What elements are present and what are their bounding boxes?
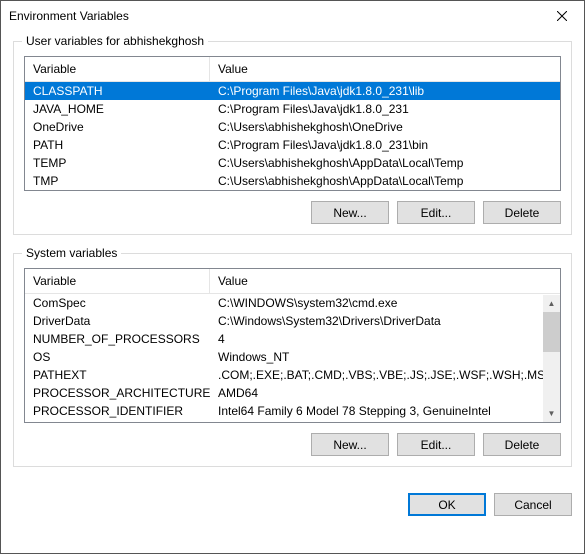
table-row[interactable]: PROCESSOR_ARCHITECTUREAMD64 — [25, 384, 543, 402]
user-variables-header: Variable Value — [25, 57, 560, 82]
user-variables-group: User variables for abhishekghosh Variabl… — [13, 41, 572, 235]
close-icon — [557, 11, 567, 21]
system-variables-legend: System variables — [22, 246, 121, 260]
table-row[interactable]: DriverDataC:\Windows\System32\Drivers\Dr… — [25, 312, 543, 330]
titlebar: Environment Variables — [1, 1, 584, 31]
ok-button[interactable]: OK — [408, 493, 486, 516]
cancel-button[interactable]: Cancel — [494, 493, 572, 516]
cell-value: C:\Users\abhishekghosh\AppData\Local\Tem… — [210, 174, 560, 188]
col-value[interactable]: Value — [210, 57, 560, 81]
cell-variable: TEMP — [25, 156, 210, 170]
cell-variable: TMP — [25, 174, 210, 188]
cell-value: AMD64 — [210, 386, 543, 400]
system-scrollbar[interactable]: ▲ ▼ — [543, 295, 560, 422]
cell-variable: PATH — [25, 138, 210, 152]
cell-variable: ComSpec — [25, 296, 210, 310]
scroll-track[interactable] — [543, 312, 560, 405]
user-edit-button[interactable]: Edit... — [397, 201, 475, 224]
cell-variable: PROCESSOR_ARCHITECTURE — [25, 386, 210, 400]
table-row[interactable]: PATHC:\Program Files\Java\jdk1.8.0_231\b… — [25, 136, 560, 154]
table-row[interactable]: NUMBER_OF_PROCESSORS4 — [25, 330, 543, 348]
table-row[interactable]: CLASSPATHC:\Program Files\Java\jdk1.8.0_… — [25, 82, 560, 100]
system-new-button[interactable]: New... — [311, 433, 389, 456]
cell-value: C:\Program Files\Java\jdk1.8.0_231\lib — [210, 84, 560, 98]
cell-value: C:\Program Files\Java\jdk1.8.0_231 — [210, 102, 560, 116]
system-variables-list[interactable]: Variable Value ComSpecC:\WINDOWS\system3… — [24, 268, 561, 423]
user-variables-list[interactable]: Variable Value CLASSPATHC:\Program Files… — [24, 56, 561, 191]
cell-value: Windows_NT — [210, 350, 543, 364]
cell-variable: PROCESSOR_IDENTIFIER — [25, 404, 210, 418]
col-variable[interactable]: Variable — [25, 269, 210, 293]
user-variables-legend: User variables for abhishekghosh — [22, 34, 208, 48]
cell-value: Intel64 Family 6 Model 78 Stepping 3, Ge… — [210, 404, 543, 418]
scroll-thumb[interactable] — [543, 312, 560, 352]
cell-value: C:\Users\abhishekghosh\OneDrive — [210, 120, 560, 134]
cell-value: .COM;.EXE;.BAT;.CMD;.VBS;.VBE;.JS;.JSE;.… — [210, 368, 543, 382]
system-variables-group: System variables Variable Value ComSpecC… — [13, 253, 572, 467]
system-edit-button[interactable]: Edit... — [397, 433, 475, 456]
table-row[interactable]: PROCESSOR_IDENTIFIERIntel64 Family 6 Mod… — [25, 402, 543, 420]
table-row[interactable]: ComSpecC:\WINDOWS\system32\cmd.exe — [25, 294, 543, 312]
table-row[interactable]: OSWindows_NT — [25, 348, 543, 366]
cell-value: C:\Users\abhishekghosh\AppData\Local\Tem… — [210, 156, 560, 170]
col-variable[interactable]: Variable — [25, 57, 210, 81]
cell-variable: OS — [25, 350, 210, 364]
scroll-down-arrow-icon[interactable]: ▼ — [543, 405, 560, 422]
cell-variable: OneDrive — [25, 120, 210, 134]
cell-value: C:\WINDOWS\system32\cmd.exe — [210, 296, 543, 310]
user-delete-button[interactable]: Delete — [483, 201, 561, 224]
user-new-button[interactable]: New... — [311, 201, 389, 224]
cell-variable: CLASSPATH — [25, 84, 210, 98]
col-value[interactable]: Value — [210, 269, 560, 293]
system-variables-header: Variable Value — [25, 269, 560, 294]
scroll-up-arrow-icon[interactable]: ▲ — [543, 295, 560, 312]
table-row[interactable]: TEMPC:\Users\abhishekghosh\AppData\Local… — [25, 154, 560, 172]
table-row[interactable]: OneDriveC:\Users\abhishekghosh\OneDrive — [25, 118, 560, 136]
table-row[interactable]: JAVA_HOMEC:\Program Files\Java\jdk1.8.0_… — [25, 100, 560, 118]
cell-variable: DriverData — [25, 314, 210, 328]
close-button[interactable] — [539, 1, 584, 31]
cell-value: C:\Windows\System32\Drivers\DriverData — [210, 314, 543, 328]
cell-value: C:\Program Files\Java\jdk1.8.0_231\bin — [210, 138, 560, 152]
window-title: Environment Variables — [9, 9, 129, 23]
cell-variable: NUMBER_OF_PROCESSORS — [25, 332, 210, 346]
table-row[interactable]: PATHEXT.COM;.EXE;.BAT;.CMD;.VBS;.VBE;.JS… — [25, 366, 543, 384]
cell-variable: PATHEXT — [25, 368, 210, 382]
cell-variable: JAVA_HOME — [25, 102, 210, 116]
system-delete-button[interactable]: Delete — [483, 433, 561, 456]
cell-value: 4 — [210, 332, 543, 346]
table-row[interactable]: TMPC:\Users\abhishekghosh\AppData\Local\… — [25, 172, 560, 190]
